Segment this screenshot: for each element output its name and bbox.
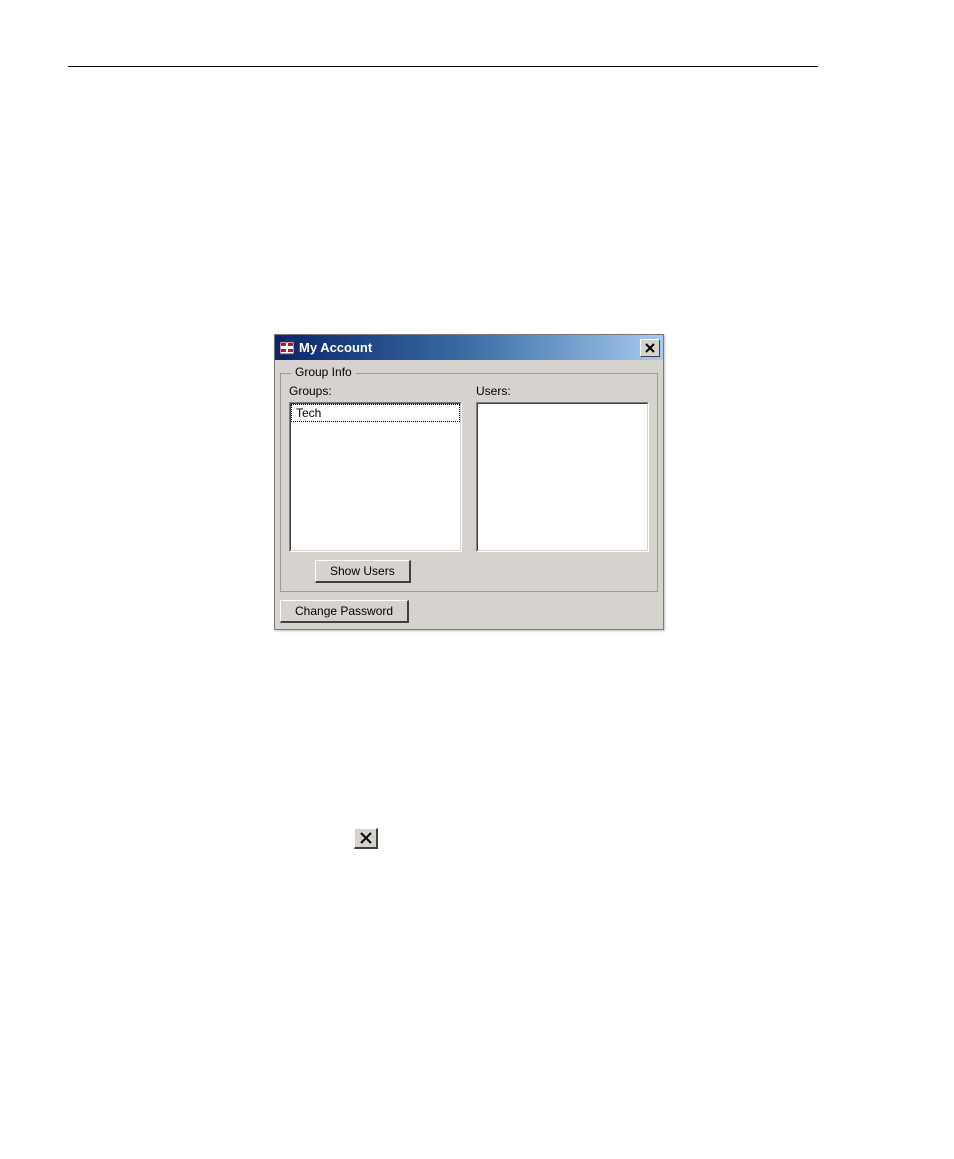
group-info-groupbox: Group Info Groups: Tech Users:: [280, 373, 658, 592]
titlebar[interactable]: My Account: [275, 335, 663, 360]
groups-label: Groups:: [289, 384, 462, 398]
inline-close-button[interactable]: [354, 828, 378, 849]
my-account-dialog: My Account Group Info Groups: Tech: [274, 334, 664, 630]
close-icon: [360, 832, 372, 844]
show-users-button[interactable]: Show Users: [315, 560, 411, 583]
list-item[interactable]: Tech: [291, 404, 460, 422]
titlebar-text: My Account: [299, 340, 640, 355]
form-icon: [279, 340, 295, 356]
users-column: Users:: [476, 384, 649, 552]
close-button[interactable]: [640, 339, 660, 357]
horizontal-rule: [68, 66, 818, 67]
close-icon: [645, 343, 655, 353]
groupbox-legend: Group Info: [291, 365, 356, 379]
change-password-button[interactable]: Change Password: [280, 600, 409, 623]
users-label: Users:: [476, 384, 649, 398]
groups-column: Groups: Tech: [289, 384, 462, 552]
dialog-body: Group Info Groups: Tech Users:: [275, 360, 663, 629]
groups-listbox[interactable]: Tech: [289, 402, 462, 552]
users-listbox[interactable]: [476, 402, 649, 552]
